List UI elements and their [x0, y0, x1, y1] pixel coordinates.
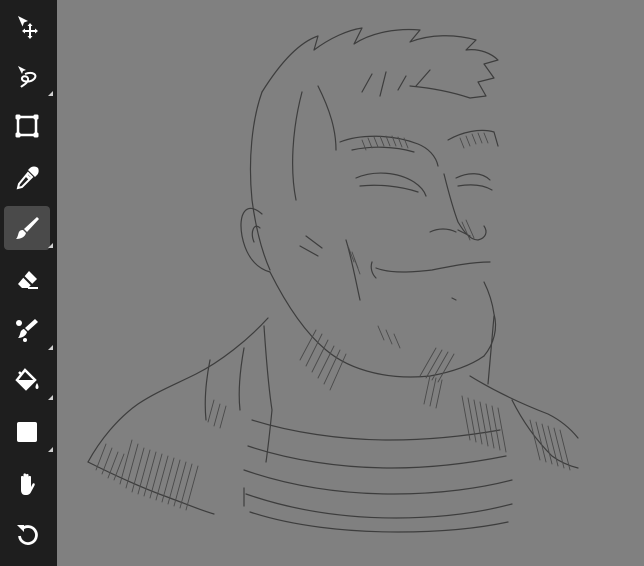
tool-sidebar — [0, 0, 57, 566]
hand-pan-icon — [21, 473, 35, 495]
submenu-indicator — [48, 395, 53, 400]
brush-icon — [16, 217, 39, 239]
hand-tool-button[interactable] — [4, 462, 50, 506]
smudge-icon — [16, 319, 38, 342]
sketch-artwork — [87, 27, 579, 533]
undo-icon — [17, 525, 38, 545]
transform-tool-button[interactable] — [4, 104, 50, 148]
lasso-tool-button[interactable] — [4, 54, 53, 98]
submenu-indicator — [48, 243, 53, 248]
submenu-indicator — [48, 91, 53, 96]
transform-icon — [15, 114, 39, 138]
submenu-indicator — [48, 447, 53, 452]
move-selection-icon — [18, 16, 38, 39]
drawing-canvas[interactable] — [57, 0, 644, 566]
submenu-indicator — [48, 345, 53, 350]
eyedropper-icon — [16, 166, 39, 190]
lasso-select-icon — [18, 66, 37, 88]
eyedropper-tool-button[interactable] — [4, 156, 50, 200]
paint-bucket-icon — [15, 368, 39, 391]
smudge-tool-button[interactable] — [4, 308, 53, 352]
drawing-app — [0, 0, 644, 566]
eraser-tool-button[interactable] — [4, 258, 50, 302]
move-tool-button[interactable] — [4, 4, 50, 48]
square-shape-icon — [17, 422, 37, 442]
fill-tool-button[interactable] — [4, 358, 53, 402]
brush-tool-button[interactable] — [4, 206, 53, 250]
shape-tool-button[interactable] — [4, 410, 53, 454]
undo-button[interactable] — [4, 512, 50, 556]
eraser-icon — [18, 271, 38, 289]
